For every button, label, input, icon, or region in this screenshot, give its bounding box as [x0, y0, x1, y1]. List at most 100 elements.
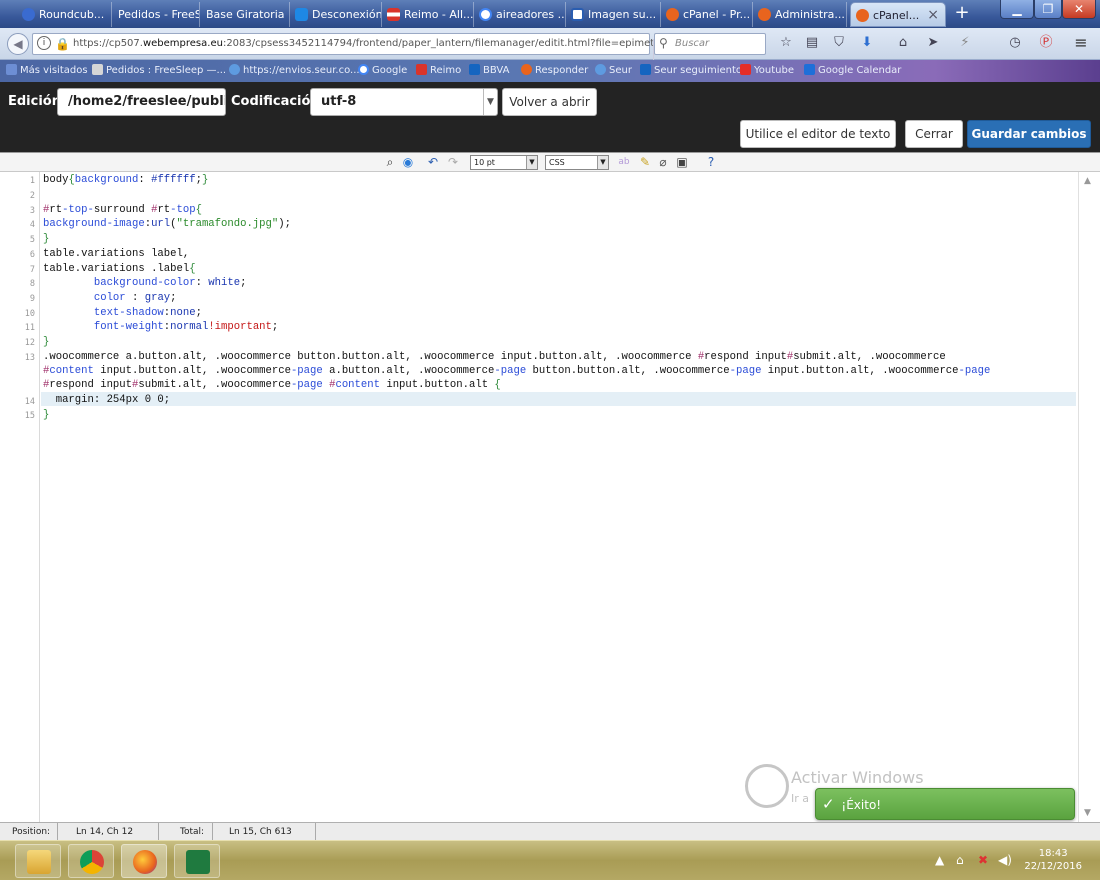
cpanel-icon: [856, 9, 869, 22]
code-editor[interactable]: 1 2 3 4 5 6 7 8 9 10 11 12 13 14 15 body…: [0, 172, 1100, 822]
use-text-editor-button[interactable]: Utilice el editor de texto: [740, 120, 896, 148]
image-site-icon: [571, 8, 584, 21]
download-icon[interactable]: ⬇: [858, 34, 876, 52]
search-placeholder: Buscar: [675, 38, 710, 49]
bookmark-google-calendar[interactable]: Google Calendar: [804, 64, 901, 76]
line-number: 14: [24, 397, 35, 407]
tab-administra[interactable]: Administra...: [753, 2, 847, 27]
syntax-select[interactable]: CSS ▼: [545, 155, 609, 170]
scroll-up-icon[interactable]: ▲: [1084, 176, 1091, 186]
line-number-gutter: 1 2 3 4 5 6 7 8 9 10 11 12 13 14 15: [0, 172, 40, 822]
help-icon[interactable]: ?: [704, 155, 718, 170]
pinterest-icon[interactable]: Ⓟ: [1037, 34, 1055, 52]
url-text: https://cp507.webempresa.eu:2083/cpsess3…: [73, 38, 655, 49]
spellcheck-icon[interactable]: ab: [616, 155, 632, 170]
file-path-field[interactable]: /home2/freeslee/public_html: [57, 88, 226, 116]
bookmark-reimo[interactable]: Reimo: [416, 64, 461, 76]
info-icon[interactable]: i: [37, 36, 51, 50]
binoculars-icon[interactable]: ⌕: [382, 155, 398, 170]
tab-base-giratoria[interactable]: Base Giratoria ...: [200, 2, 290, 27]
clock[interactable]: 18:43 22/12/2016: [1024, 847, 1082, 873]
tab-cpanel-pr[interactable]: cPanel - Pr...: [661, 2, 753, 27]
cpanel-icon: [521, 64, 532, 75]
tab-desconexion[interactable]: Desconexión: [290, 2, 382, 27]
pocket-icon[interactable]: ⛉: [830, 34, 848, 52]
close-window-button[interactable]: ✕: [1062, 0, 1096, 19]
youtube-icon: [740, 64, 751, 75]
bookmark-seur[interactable]: Seur: [595, 64, 632, 76]
tab-label: Roundcub...: [39, 8, 105, 21]
firefox-button[interactable]: [121, 844, 167, 878]
network-error-icon[interactable]: ✖: [978, 853, 988, 867]
bookmark-star-icon[interactable]: ☆: [777, 34, 795, 52]
file-explorer-button[interactable]: [15, 844, 61, 878]
excel-icon: [186, 850, 210, 874]
search-input[interactable]: ⚲ Buscar: [654, 33, 766, 55]
total-value: Ln 15, Ch 613: [229, 827, 292, 837]
cpanel-icon: [758, 8, 771, 21]
code-line: text-shadow:none;: [93, 307, 202, 319]
bookmark-envios-seur[interactable]: https://envios.seur.co...: [229, 64, 360, 76]
tab-roundcube[interactable]: Roundcub...: [17, 2, 112, 27]
tray-expand-icon[interactable]: ▲: [935, 853, 944, 867]
seur-icon: [640, 64, 651, 75]
bookmark-mas-visitados[interactable]: Más visitados: [6, 64, 88, 76]
minimize-button[interactable]: ▁: [1000, 0, 1034, 19]
key-icon: [745, 764, 789, 808]
close-editor-button[interactable]: Cerrar: [905, 120, 963, 148]
folder-icon: [27, 850, 51, 874]
bookmark-bbva[interactable]: BBVA: [469, 64, 509, 76]
tab-aireadores[interactable]: aireadores ...: [474, 2, 566, 27]
font-size-select[interactable]: 10 pt ▼: [470, 155, 538, 170]
scroll-down-icon[interactable]: ▼: [1084, 808, 1091, 818]
bookmark-responder[interactable]: Responder: [521, 64, 588, 76]
undo-icon[interactable]: ↶: [426, 155, 440, 170]
menu-icon[interactable]: ≡: [1072, 34, 1090, 52]
redo-icon[interactable]: ↷: [446, 155, 460, 170]
goto-icon[interactable]: ◉: [400, 155, 416, 170]
fullscreen-icon[interactable]: ▣: [675, 155, 689, 170]
excel-button[interactable]: [174, 844, 220, 878]
home-icon[interactable]: ⌂: [894, 34, 912, 52]
status-divider: [315, 823, 316, 841]
back-button[interactable]: ◀: [7, 33, 29, 55]
bookmark-seur-seguimiento[interactable]: Seur seguimiento: [640, 64, 742, 76]
vertical-scrollbar[interactable]: ▲ ▼: [1078, 172, 1100, 822]
success-notification: ✓ ¡Éxito!: [815, 788, 1075, 820]
send-icon[interactable]: ➤: [924, 34, 942, 52]
tab-label: Administra...: [775, 8, 845, 21]
reading-list-icon[interactable]: ▤: [803, 34, 821, 52]
eraser-icon[interactable]: ⌀: [656, 155, 670, 170]
highlight-icon[interactable]: ✎: [638, 155, 652, 170]
tab-imagen[interactable]: Imagen su...: [566, 2, 661, 27]
bookmark-pedidos[interactable]: Pedidos : FreeSleep —...: [92, 64, 226, 76]
volume-icon[interactable]: ◀): [998, 853, 1012, 867]
clock-time: 18:43: [1038, 848, 1068, 859]
status-divider: [212, 823, 213, 841]
new-tab-button[interactable]: +: [951, 2, 973, 26]
bookmark-google[interactable]: Google: [358, 64, 407, 76]
code-line: }: [43, 233, 50, 245]
notification-message: ¡Éxito!: [841, 798, 882, 812]
history-icon[interactable]: ◷: [1006, 34, 1024, 52]
tab-cpanel-active[interactable]: cPanel... ×: [850, 2, 946, 27]
reopen-button[interactable]: Volver a abrir: [502, 88, 597, 116]
encoding-select[interactable]: utf-8 ▼: [310, 88, 498, 116]
chevron-down-icon: ▼: [597, 156, 608, 169]
close-tab-icon[interactable]: ×: [927, 3, 939, 26]
url-bar[interactable]: i 🔒 https://cp507.webempresa.eu:2083/cps…: [32, 33, 674, 61]
tab-reimo[interactable]: Reimo - All...: [382, 2, 474, 27]
network-icon[interactable]: ⌂: [956, 853, 964, 867]
extension-icon[interactable]: ⚡: [956, 34, 974, 52]
chevron-down-icon: ▼: [483, 89, 497, 115]
tab-pedidos[interactable]: Pedidos - FreeS...: [112, 2, 200, 27]
restore-button[interactable]: ❐: [1034, 0, 1062, 19]
lock-icon[interactable]: 🔒: [55, 37, 70, 51]
flag-icon: [416, 64, 427, 75]
save-changes-button[interactable]: Guardar cambios: [967, 120, 1091, 148]
chrome-button[interactable]: [68, 844, 114, 878]
line-number: 3: [29, 206, 35, 216]
editor-status-bar: Position: Ln 14, Ch 12 Total: Ln 15, Ch …: [0, 822, 1100, 841]
bookmark-youtube[interactable]: Youtube: [740, 64, 794, 76]
status-divider: [57, 823, 58, 841]
